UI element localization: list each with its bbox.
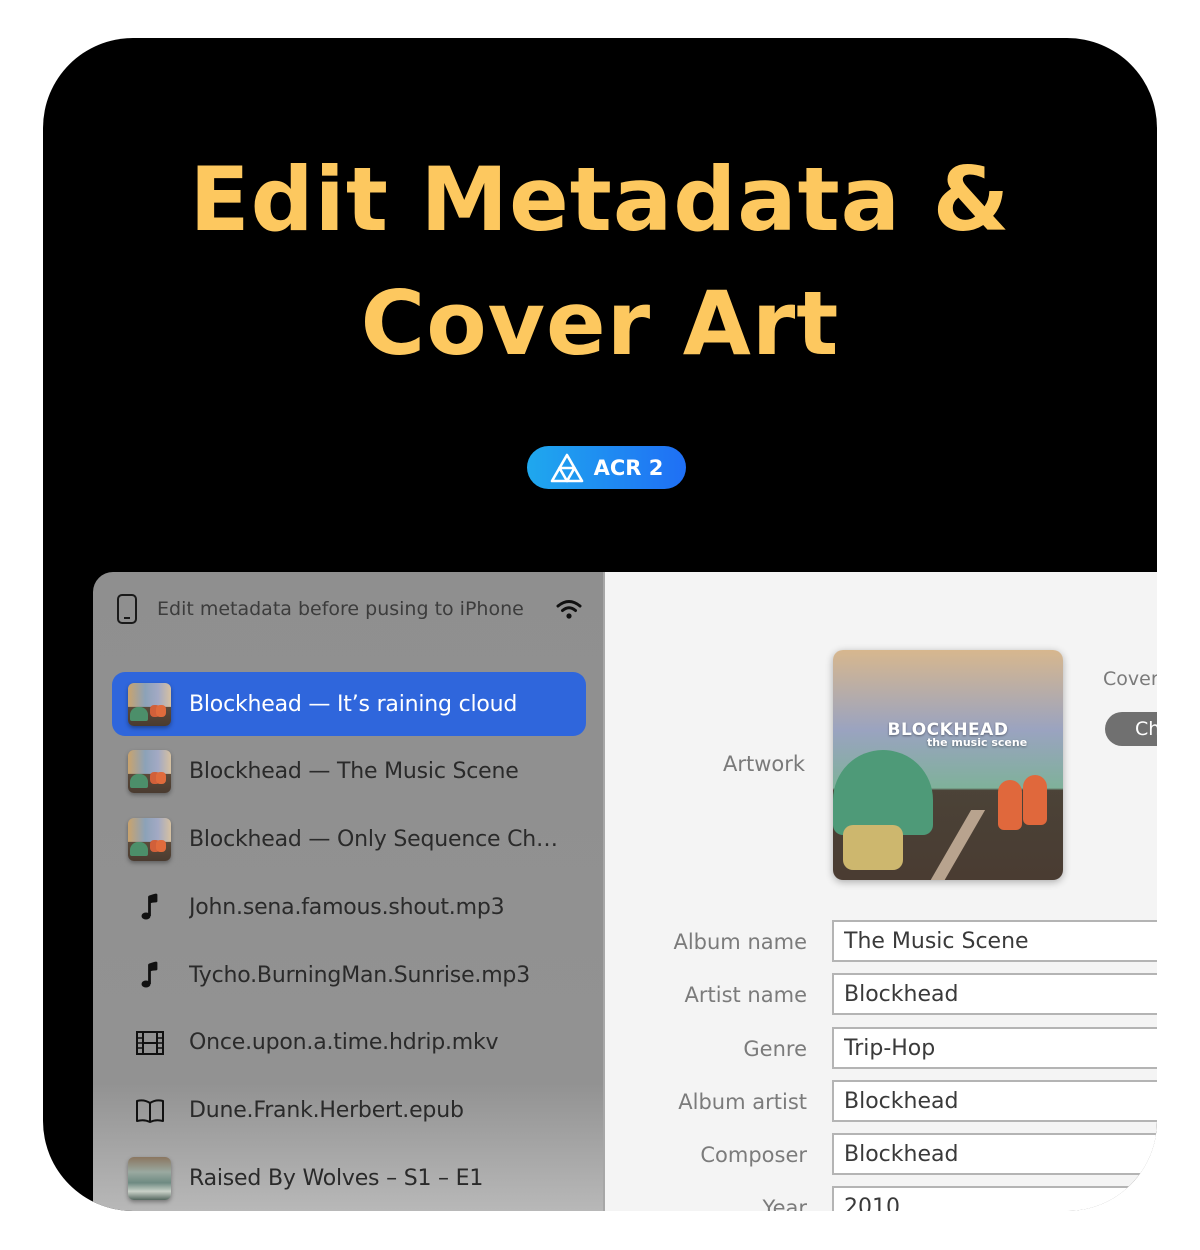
artwork-road [924, 810, 986, 880]
sidebar-header: Edit metadata before pusing to iPhone [117, 592, 583, 626]
artwork-turtle-leg [843, 825, 903, 870]
album-art-thumbnail [128, 682, 171, 726]
item-label: Blockhead — It’s raining cloud [189, 691, 518, 717]
change-cover-button[interactable]: Ch [1105, 712, 1157, 746]
sidebar: Edit metadata before pusing to iPhone Bl… [93, 572, 605, 1211]
field-genre: Genre [605, 1027, 1157, 1071]
app-window: Edit metadata before pusing to iPhone Bl… [93, 572, 1157, 1211]
iphone-icon [117, 594, 137, 624]
composer-input[interactable] [832, 1133, 1157, 1175]
triforce-icon [550, 453, 583, 482]
show-thumbnail [128, 1157, 171, 1201]
list-item[interactable]: Once.upon.a.time.hdrip.mkv [112, 1011, 586, 1075]
field-label: Artist name [684, 983, 807, 1007]
artwork-turtle [833, 750, 933, 835]
file-list: Blockhead — It’s raining cloud Blockhead… [112, 672, 586, 1211]
field-label: Genre [743, 1037, 807, 1061]
promo-card: Edit Metadata & Cover Art ACR 2 Edit met… [43, 38, 1157, 1211]
year-input[interactable] [832, 1186, 1157, 1211]
list-item[interactable]: Blockhead — The Music Scene [112, 740, 586, 804]
cover-label: Cover [1103, 668, 1157, 690]
field-album-name: Album name [605, 920, 1157, 964]
field-composer: Composer [605, 1133, 1157, 1177]
list-item[interactable]: Raised By Wolves – S1 – E1 [112, 1147, 586, 1211]
field-label: Album artist [678, 1090, 807, 1114]
item-label: Blockhead — Only Sequence Cha... [189, 827, 569, 853]
list-item[interactable]: Dune.Frank.Herbert.epub [112, 1079, 586, 1143]
badge-label: ACR 2 [593, 455, 664, 480]
item-label: Tycho.BurningMan.Sunrise.mp3 [189, 962, 530, 988]
acr-badge: ACR 2 [527, 446, 686, 489]
headline-line-2: Cover Art [360, 272, 840, 375]
artist-name-input[interactable] [832, 973, 1157, 1015]
field-label: Album name [673, 930, 807, 954]
album-name-input[interactable] [832, 920, 1157, 962]
list-item[interactable]: John.sena.famous.shout.mp3 [112, 875, 586, 939]
artwork-label: Artwork [723, 752, 806, 776]
headline-line-1: Edit Metadata & [189, 148, 1011, 251]
album-artist-input[interactable] [832, 1080, 1157, 1122]
list-item[interactable]: Blockhead — Only Sequence Cha... [112, 808, 586, 872]
artwork-subtitle: the music scene [927, 736, 1028, 749]
metadata-editor: Artwork BLOCKHEAD the music scene Cover … [605, 572, 1157, 1211]
item-label: Raised By Wolves – S1 – E1 [189, 1166, 484, 1192]
item-label: Once.upon.a.time.hdrip.mkv [189, 1030, 499, 1056]
music-note-icon [128, 954, 171, 997]
field-year: Year [605, 1186, 1157, 1211]
wifi-icon [556, 600, 582, 619]
genre-input[interactable] [832, 1027, 1157, 1069]
headline: Edit Metadata & Cover Art [43, 138, 1157, 386]
artwork-monkey [998, 780, 1022, 830]
list-item[interactable]: Tycho.BurningMan.Sunrise.mp3 [112, 943, 586, 1007]
book-icon [128, 1089, 171, 1132]
album-art-thumbnail [128, 818, 171, 862]
artwork-image[interactable]: BLOCKHEAD the music scene [833, 650, 1063, 880]
field-label: Composer [700, 1143, 807, 1167]
item-label: Dune.Frank.Herbert.epub [189, 1098, 464, 1124]
album-art-thumbnail [128, 750, 171, 794]
list-item[interactable]: Blockhead — It’s raining cloud [112, 672, 586, 736]
field-label: Year [762, 1196, 807, 1211]
music-note-icon [128, 886, 171, 929]
film-icon [128, 1021, 171, 1064]
field-artist-name: Artist name [605, 973, 1157, 1017]
item-label: Blockhead — The Music Scene [189, 759, 519, 785]
artwork-monkey [1023, 775, 1047, 825]
sidebar-title: Edit metadata before pusing to iPhone [157, 598, 524, 620]
item-label: John.sena.famous.shout.mp3 [189, 894, 505, 920]
field-album-artist: Album artist [605, 1080, 1157, 1124]
